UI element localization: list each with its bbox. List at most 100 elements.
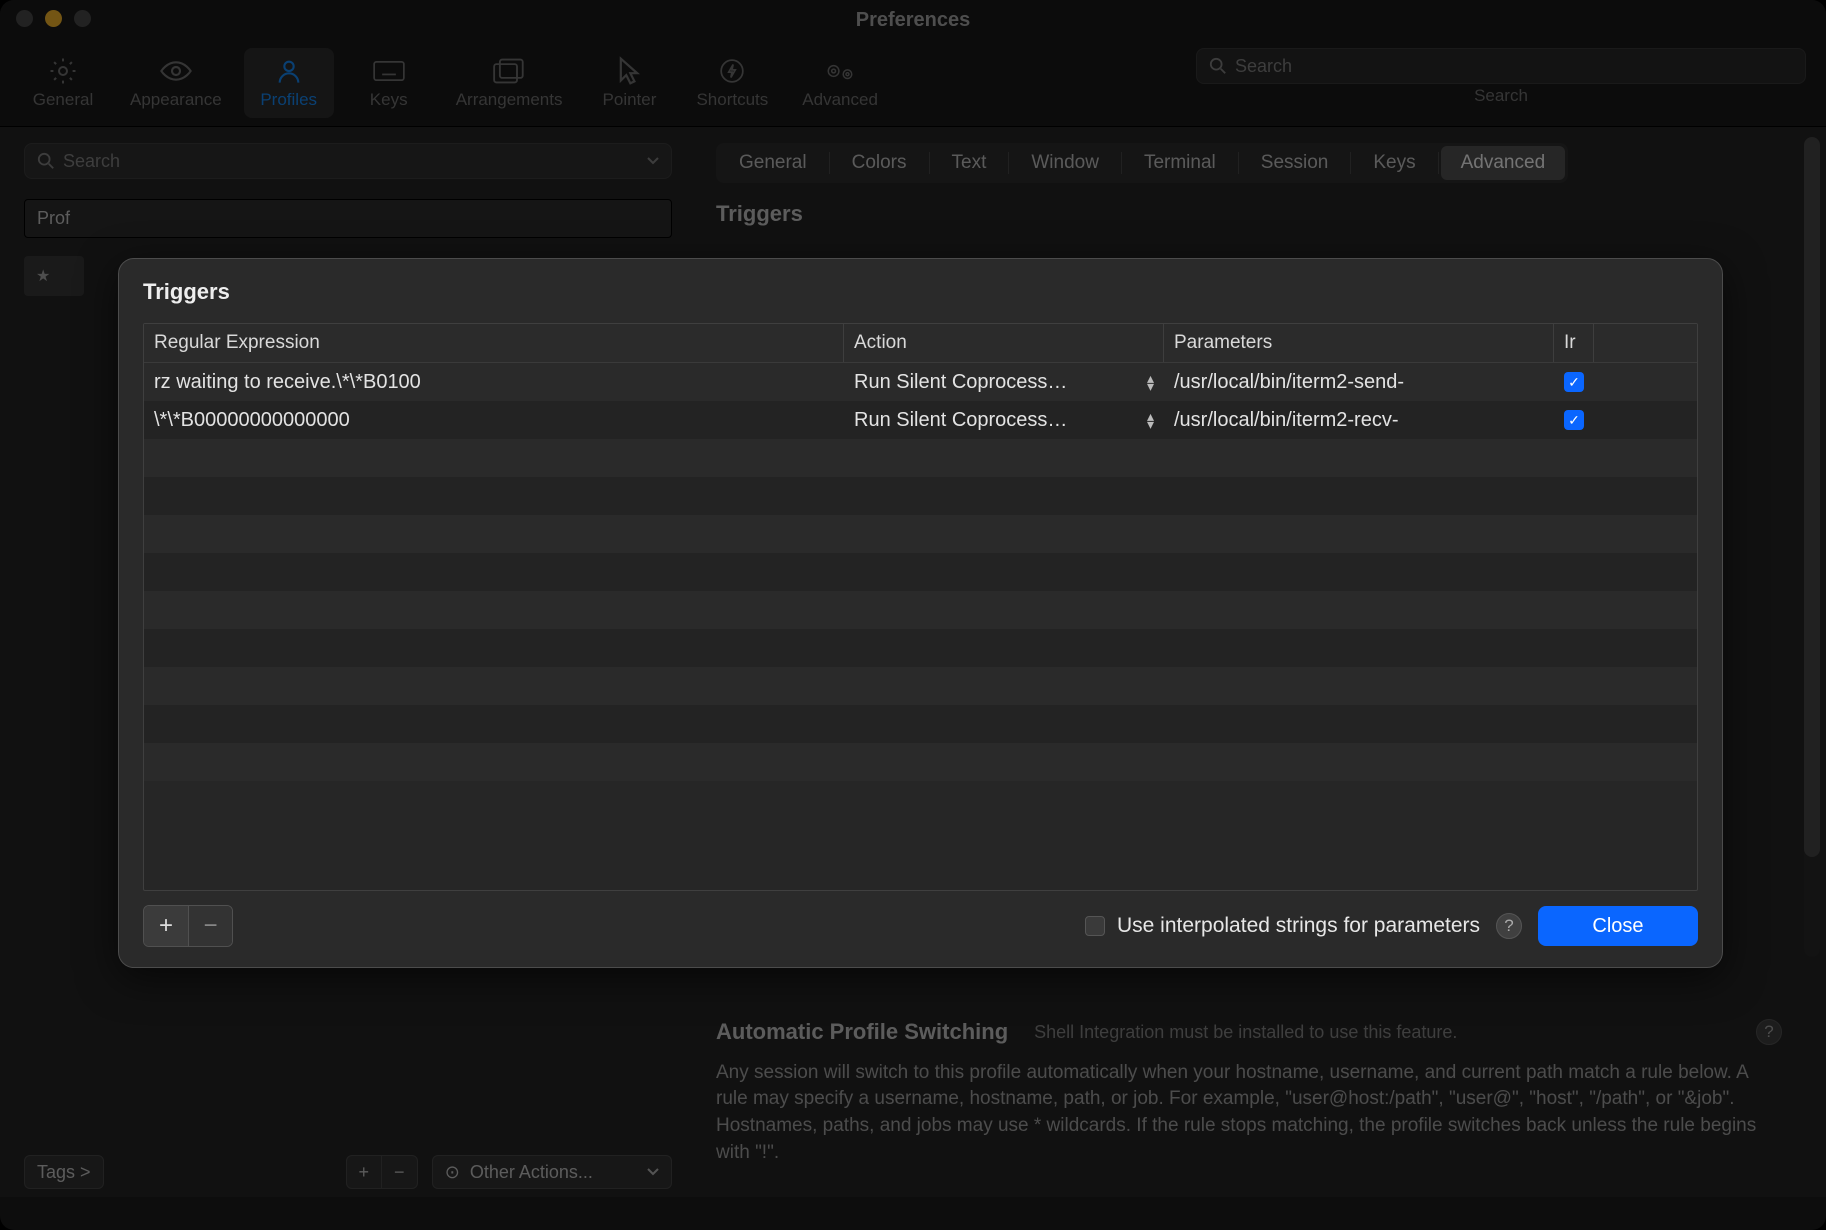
add-profile-button[interactable]: +: [346, 1155, 382, 1189]
help-icon[interactable]: ?: [1496, 913, 1522, 939]
stepper-icon[interactable]: ▴▾: [1147, 374, 1154, 390]
tab-advanced[interactable]: Advanced: [1441, 146, 1566, 180]
sidebar-search-input[interactable]: [63, 151, 639, 172]
cell-action[interactable]: Run Silent Coprocess… ▴▾: [844, 401, 1164, 439]
th-action[interactable]: Action: [844, 324, 1164, 362]
table-header: Regular Expression Action Parameters Ir: [144, 324, 1697, 363]
toolbar-item-label: Arrangements: [456, 90, 563, 110]
cell-params[interactable]: /usr/local/bin/iterm2-recv-: [1164, 401, 1554, 439]
toolbar-search[interactable]: [1196, 48, 1806, 84]
cell-action-label: Run Silent Coprocess…: [854, 409, 1067, 432]
search-icon: [37, 152, 55, 170]
table-row[interactable]: \*\*B00000000000000 Run Silent Coprocess…: [144, 401, 1697, 439]
cell-instant[interactable]: ✓: [1554, 401, 1594, 439]
aps-hint: Shell Integration must be installed to u…: [1034, 1020, 1457, 1045]
toolbar-item-label: Keys: [370, 90, 408, 110]
cell-instant[interactable]: ✓: [1554, 363, 1594, 401]
checkbox-checked-icon[interactable]: ✓: [1564, 410, 1584, 430]
aps-heading: Automatic Profile Switching: [716, 1017, 1008, 1048]
other-actions-dropdown[interactable]: ⊙ Other Actions...: [432, 1155, 672, 1189]
close-window-icon[interactable]: [16, 10, 33, 27]
chevron-down-icon[interactable]: [647, 155, 659, 167]
close-button[interactable]: Close: [1538, 906, 1698, 946]
toolbar-item-label: Appearance: [130, 90, 222, 110]
add-trigger-button[interactable]: +: [144, 906, 188, 946]
table-row-empty: [144, 439, 1697, 477]
tab-general[interactable]: General: [719, 146, 827, 180]
tab-session[interactable]: Session: [1241, 146, 1349, 180]
profile-tabs: General Colors Text Window Terminal Sess…: [716, 143, 1568, 183]
minimize-window-icon[interactable]: [45, 10, 62, 27]
table-row-empty: [144, 629, 1697, 667]
toolbar-item-pointer[interactable]: Pointer: [584, 48, 674, 118]
interpolated-strings-toggle[interactable]: Use interpolated strings for parameters: [1085, 914, 1480, 938]
checkbox-unchecked-icon[interactable]: [1085, 916, 1105, 936]
cell-regex[interactable]: rz waiting to receive.\*\*B0100: [144, 363, 844, 401]
toolbar: General Appearance Profiles Keys Arrange…: [0, 40, 1826, 126]
help-icon[interactable]: ?: [1756, 1019, 1782, 1045]
scrollbar-thumb[interactable]: [1804, 137, 1820, 857]
toolbar-item-arrangements[interactable]: Arrangements: [444, 48, 575, 118]
th-rest: [1594, 324, 1697, 362]
section-title-triggers: Triggers: [716, 201, 1802, 227]
toolbar-item-label: Shortcuts: [696, 90, 768, 110]
tags-button[interactable]: Tags >: [24, 1155, 104, 1189]
interpolated-strings-label: Use interpolated strings for parameters: [1117, 914, 1480, 938]
toolbar-item-shortcuts[interactable]: Shortcuts: [684, 48, 780, 118]
tab-colors[interactable]: Colors: [832, 146, 927, 180]
scrollbar[interactable]: [1804, 137, 1820, 957]
th-regex[interactable]: Regular Expression: [144, 324, 844, 362]
cell-params[interactable]: /usr/local/bin/iterm2-send-: [1164, 363, 1554, 401]
toolbar-item-advanced[interactable]: Advanced: [790, 48, 890, 118]
table-row-empty: [144, 553, 1697, 591]
popover-footer: + − Use interpolated strings for paramet…: [143, 905, 1698, 947]
popover-title: Triggers: [143, 279, 1698, 305]
titlebar: Preferences: [0, 0, 1826, 40]
remove-trigger-button[interactable]: −: [188, 906, 232, 946]
checkbox-checked-icon[interactable]: ✓: [1564, 372, 1584, 392]
cell-regex[interactable]: \*\*B00000000000000: [144, 401, 844, 439]
sidebar-search[interactable]: [24, 143, 672, 179]
th-params[interactable]: Parameters: [1164, 324, 1554, 362]
window-title: Preferences: [856, 9, 971, 32]
table-row[interactable]: rz waiting to receive.\*\*B0100 Run Sile…: [144, 363, 1697, 401]
table-body: rz waiting to receive.\*\*B0100 Run Sile…: [144, 363, 1697, 890]
cell-action[interactable]: Run Silent Coprocess… ▴▾: [844, 363, 1164, 401]
tab-terminal[interactable]: Terminal: [1124, 146, 1236, 180]
triggers-table: Regular Expression Action Parameters Ir …: [143, 323, 1698, 891]
tab-text[interactable]: Text: [932, 146, 1007, 180]
zoom-window-icon[interactable]: [74, 10, 91, 27]
toolbar-item-label: Profiles: [260, 90, 317, 110]
tab-window[interactable]: Window: [1011, 146, 1119, 180]
toolbar-item-appearance[interactable]: Appearance: [118, 48, 234, 118]
table-row-empty: [144, 705, 1697, 743]
toolbar-search-input[interactable]: [1235, 56, 1793, 77]
aps-body: Any session will switch to this profile …: [716, 1060, 1782, 1166]
triggers-popover: Triggers Regular Expression Action Param…: [118, 258, 1723, 968]
th-instant[interactable]: Ir: [1554, 324, 1594, 362]
toolbar-item-profiles[interactable]: Profiles: [244, 48, 334, 118]
toolbar-item-label: General: [33, 90, 93, 110]
toolbar-item-general[interactable]: General: [18, 48, 108, 118]
windows-icon: [493, 56, 525, 86]
star-icon: ★: [36, 266, 50, 286]
other-actions-label: Other Actions...: [470, 1162, 593, 1183]
table-row-empty: [144, 743, 1697, 781]
profile-list-item[interactable]: ★: [24, 256, 84, 296]
remove-profile-button[interactable]: −: [382, 1155, 418, 1189]
bolt-icon: [716, 56, 748, 86]
table-row-empty: [144, 515, 1697, 553]
search-icon: [1209, 57, 1227, 75]
stepper-icon[interactable]: ▴▾: [1147, 412, 1154, 428]
tab-keys[interactable]: Keys: [1353, 146, 1435, 180]
automatic-profile-switching: Automatic Profile Switching Shell Integr…: [716, 1017, 1782, 1166]
toolbar-item-label: Pointer: [603, 90, 657, 110]
traffic-lights: [16, 10, 91, 27]
cursor-icon: [613, 56, 645, 86]
toolbar-search-label: Search: [1474, 86, 1528, 106]
person-icon: [273, 56, 305, 86]
toolbar-item-keys[interactable]: Keys: [344, 48, 434, 118]
chevron-down-icon: [647, 1166, 659, 1178]
table-row-empty: [144, 591, 1697, 629]
table-row-empty: [144, 477, 1697, 515]
